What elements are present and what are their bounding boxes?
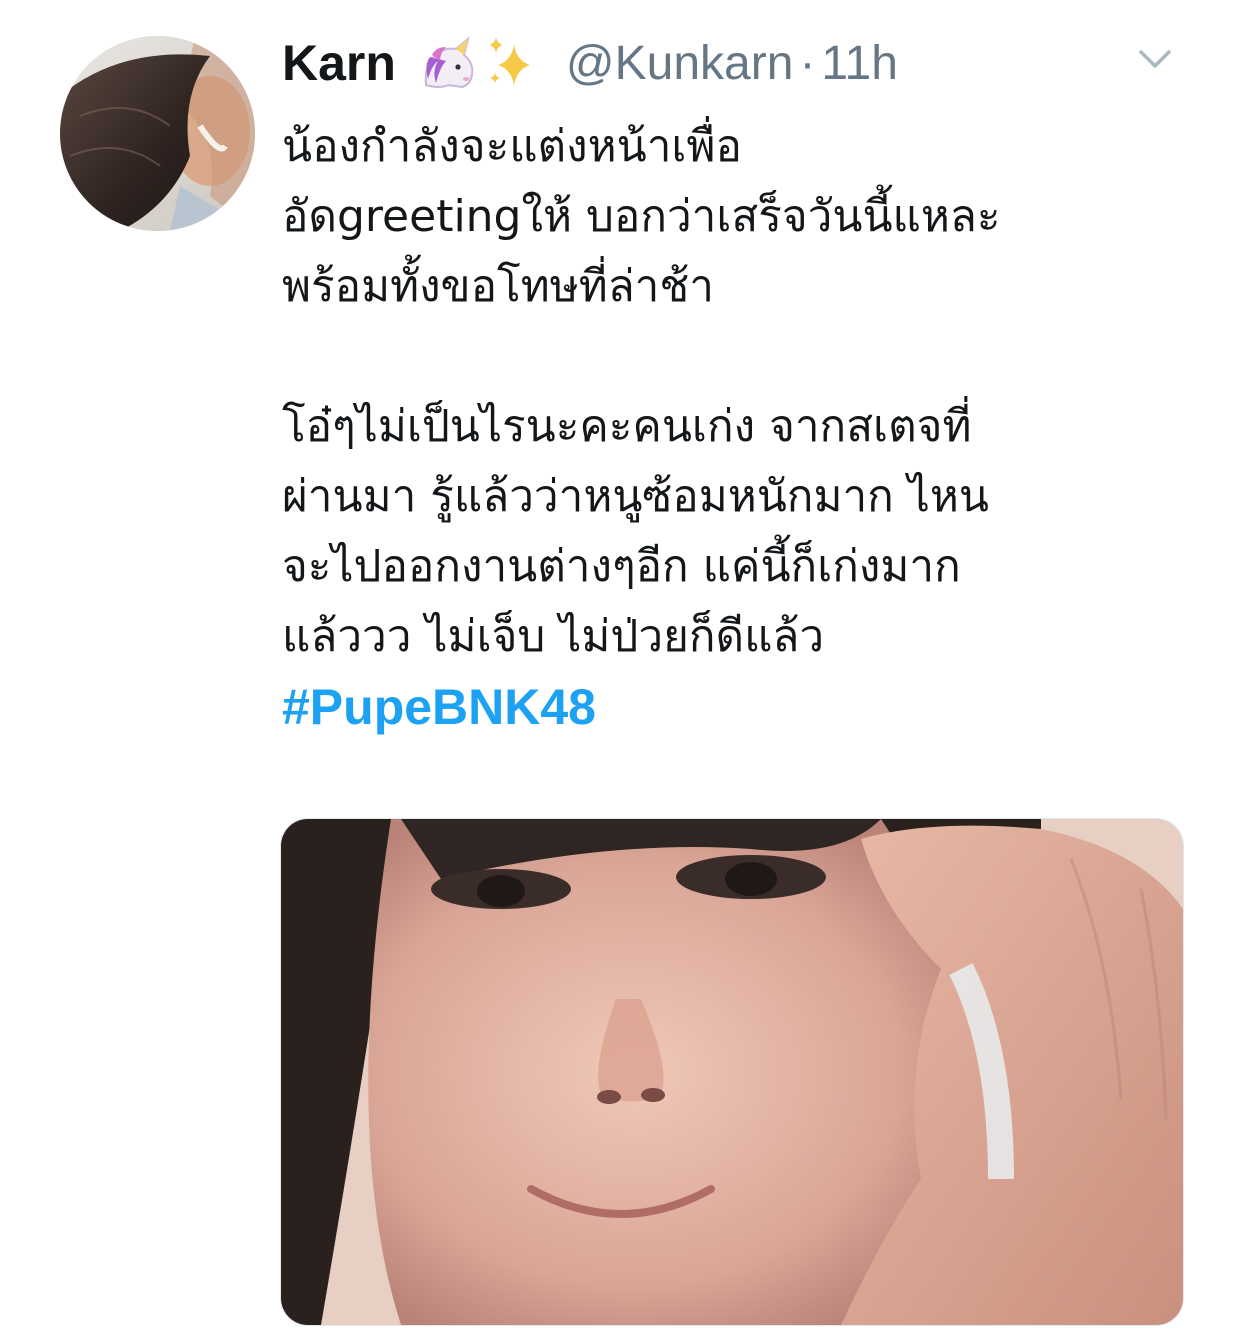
avatar-photo [60, 36, 255, 231]
display-name[interactable]: Karn [282, 34, 396, 92]
tweet-header: Karn @Kunkarn · 11h [282, 28, 898, 98]
tweet-text-line: จะไปออกงานต่างๆอีก แค่นี้ก็เก่งมาก [282, 541, 961, 592]
tweet-text-line: น้องกำลังจะแต่งหน้าเพื่อ [282, 121, 742, 172]
user-handle[interactable]: @Kunkarn [566, 36, 794, 91]
hashtag-link[interactable]: #PupeBNK48 [282, 672, 1182, 742]
paragraph-break [282, 322, 1182, 392]
tweet-text-line: ผ่านมา รู้แล้วว่าหนูซ้อมหนักมาก ไหน [282, 471, 989, 522]
tweet-text-line: อัดgreetingให้ บอกว่าเสร็จวันนี้แหละ [282, 191, 1001, 242]
tweet-text-line: พร้อมทั้งขอโทษที่ล่าช้า [282, 261, 714, 312]
name-emojis [418, 35, 540, 91]
unicorn-icon [424, 36, 474, 89]
separator-dot: · [799, 36, 816, 90]
photo [281, 819, 1183, 1325]
timestamp[interactable]: 11h [821, 36, 898, 91]
tweet-text-line: โอ๋ๆไม่เป็นไรนะคะคนเก่ง จากสเตจที่ [282, 401, 972, 452]
tweet-text: น้องกำลังจะแต่งหน้าเพื่อ อัดgreetingให้ … [282, 112, 1182, 742]
chevron-down-icon[interactable] [1135, 44, 1175, 74]
tweet-text-line: แล้ววว ไม่เจ็บ ไม่ป่วยก็ดีแล้ว [282, 611, 825, 662]
tweet-media-image[interactable] [280, 818, 1184, 1326]
tweet: Karn @Kunkarn · 11h น้องกำลังจะแต่งหน้าเ… [0, 0, 1241, 1329]
sparkles-icon [488, 37, 530, 85]
avatar[interactable] [60, 36, 255, 231]
